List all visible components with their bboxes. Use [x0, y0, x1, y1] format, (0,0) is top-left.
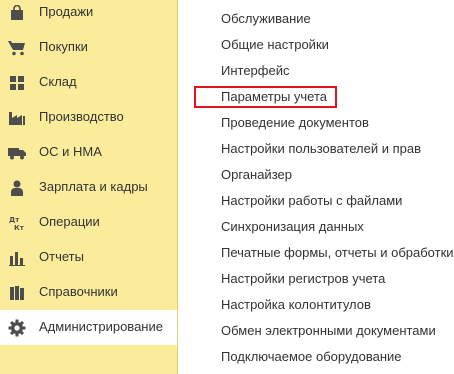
sidebar-item-label: Администрирование — [39, 319, 163, 334]
gear-icon — [8, 319, 26, 337]
menu-link-register-settings[interactable]: Настройки регистров учета — [221, 271, 385, 287]
menu-link-maintenance[interactable]: Обслуживание — [221, 11, 311, 27]
sidebar-item-salary-hr[interactable]: Зарплата и кадры — [0, 170, 177, 205]
sidebar-item-label: Справочники — [39, 284, 118, 299]
warehouse-grid-icon — [8, 74, 26, 92]
menu-link-document-posting[interactable]: Проведение документов — [221, 115, 369, 131]
menu-link-data-sync[interactable]: Синхронизация данных — [221, 219, 364, 235]
sidebar-item-label: ОС и НМА — [39, 144, 102, 159]
sidebar-item-directories[interactable]: Справочники — [0, 275, 177, 310]
shopping-cart-icon — [8, 39, 26, 57]
sidebar-item-label: Отчеты — [39, 249, 84, 264]
sidebar-item-label: Покупки — [39, 39, 88, 54]
menu-link-organizer[interactable]: Органайзер — [221, 167, 292, 183]
shopping-bag-icon — [8, 4, 26, 22]
svg-text:Кт: Кт — [14, 224, 25, 231]
menu-link-headers-footers[interactable]: Настройка колонтитулов — [221, 297, 371, 313]
menu-link-edi-exchange[interactable]: Обмен электронными документами — [221, 323, 436, 339]
books-icon — [8, 284, 26, 302]
truck-icon — [8, 144, 26, 162]
debit-credit-icon: Дт Кт — [8, 214, 26, 232]
sidebar-item-fixed-assets[interactable]: ОС и НМА — [0, 135, 177, 170]
sidebar-item-label: Производство — [39, 109, 124, 124]
sidebar-item-label: Склад — [39, 74, 77, 89]
person-icon — [8, 179, 26, 197]
sidebar-item-administration[interactable]: Администрирование — [0, 310, 177, 345]
menu-link-accounting-parameters[interactable]: Параметры учета — [221, 89, 327, 105]
sidebar-item-label: Зарплата и кадры — [39, 179, 148, 194]
menu-link-users-and-rights[interactable]: Настройки пользователей и прав — [221, 141, 421, 157]
sidebar-item-label: Продажи — [39, 4, 94, 19]
menu-link-file-settings[interactable]: Настройки работы с файлами — [221, 193, 402, 209]
sidebar-item-sales[interactable]: Продажи — [0, 0, 177, 30]
factory-icon — [8, 109, 26, 127]
svg-text:Дт: Дт — [9, 216, 20, 224]
bar-chart-icon — [8, 249, 26, 267]
menu-link-interface[interactable]: Интерфейс — [221, 63, 289, 79]
sidebar-item-operations[interactable]: Дт Кт Операции — [0, 205, 177, 240]
sidebar-item-reports[interactable]: Отчеты — [0, 240, 177, 275]
sidebar-item-label: Операции — [39, 214, 100, 229]
sidebar-item-production[interactable]: Производство — [0, 100, 177, 135]
sections-sidebar: Продажи Покупки Склад Производство ОС и … — [0, 0, 178, 374]
sidebar-item-purchases[interactable]: Покупки — [0, 30, 177, 65]
sidebar-item-warehouse[interactable]: Склад — [0, 65, 177, 100]
menu-link-print-forms[interactable]: Печатные формы, отчеты и обработки — [221, 245, 454, 261]
menu-link-connected-equipment[interactable]: Подключаемое оборудование — [221, 349, 402, 365]
menu-link-general-settings[interactable]: Общие настройки — [221, 37, 329, 53]
